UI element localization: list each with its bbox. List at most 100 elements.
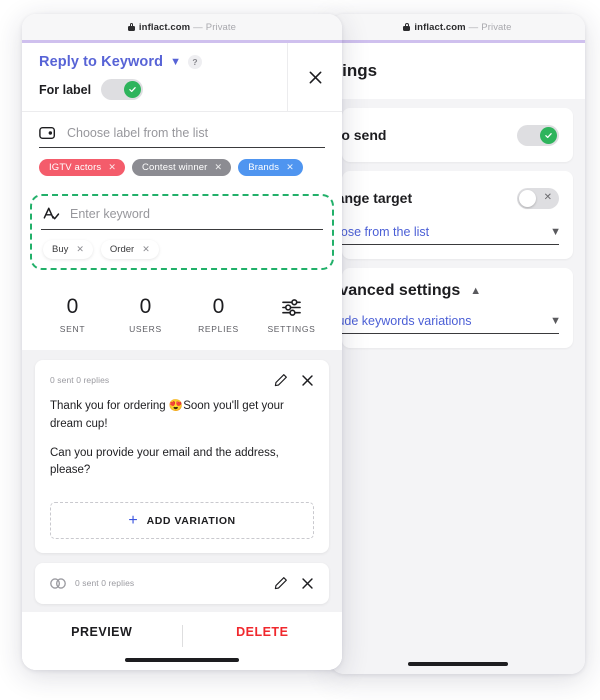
remove-chip-icon[interactable]: ✕ [286,163,294,172]
stat-settings-label: SETTINGS [267,324,316,334]
close-button[interactable] [287,43,342,111]
keyword-chip[interactable]: Buy ✕ [43,240,93,259]
background-row-target: Change target ✕ [330,185,559,211]
address-privacy-mode: Private [481,21,512,33]
background-settings-section-head[interactable]: Advanced settings ▲ [330,282,559,300]
dialog-header: Reply to Keyword ▼ ? For label [22,43,342,112]
chevron-down-icon: ▼ [550,314,561,327]
background-card-target: Change target ✕ Choose from the list ▼ [330,171,573,259]
stat-replies-label: REPLIES [198,324,239,335]
foreground-browser-window: inflact.com — Private Reply to Keyword ▼… [22,14,342,670]
background-card-settings-section: Advanced settings ▲ Include keywords var… [330,268,573,348]
stat-users-value: 0 [139,295,152,318]
keyword-spellcheck-icon [43,207,60,220]
label-chip-list: IGTV actors ✕ Contest winner ✕ Brands ✕ [39,159,325,176]
variation-text-line-1: Thank you for ordering 😍Soon you'll get … [50,400,284,430]
label-chip[interactable]: Contest winner ✕ [132,159,232,176]
edit-button[interactable] [274,373,288,387]
toggle-off-x-icon: ✕ [543,192,552,203]
background-autosend-toggle[interactable] [517,124,559,146]
remove-chip-icon[interactable]: ✕ [215,163,223,172]
address-privacy-mode: Private [205,21,237,33]
chevron-down-icon: ▼ [550,225,561,238]
variation-card-meta: 0 sent 0 replies [75,578,135,589]
background-address-bar[interactable]: inflact.com — Private [330,14,585,40]
variation-card-actions [274,373,314,387]
close-icon [302,374,313,386]
chevron-up-icon: ▲ [470,284,482,297]
remove-chip-icon[interactable]: ✕ [108,163,116,172]
lock-icon [127,23,135,31]
for-label-row: For label [39,79,287,100]
for-label-text: For label [39,82,92,97]
stat-replies: 0 REPLIES [182,295,255,335]
preview-button[interactable]: PREVIEW [22,625,182,639]
label-chip[interactable]: IGTV actors ✕ [39,159,126,176]
stats-row: 0 SENT 0 USERS 0 REPLIES SETTINGS [22,295,342,335]
toggle-knob-off [519,189,536,207]
lock-icon [403,23,411,31]
delete-button[interactable]: DELETE [183,625,343,639]
background-target-select[interactable]: Choose from the list ▼ [330,225,561,245]
address-host: inflact.com [414,21,466,33]
keyword-input[interactable]: Enter keyword [41,204,323,230]
variation-card: 0 sent 0 replies [35,563,329,605]
background-target-select-value: Choose from the list [330,225,430,239]
background-page-header: Settings [330,43,585,99]
label-field-block: Choose label from the list IGTV actors ✕… [22,112,342,176]
label-chip-text: IGTV actors [49,162,102,173]
variation-card-header: 0 sent 0 replies [50,373,314,387]
dialog-title-row[interactable]: Reply to Keyword ▼ ? [39,54,287,70]
remove-chip-icon[interactable]: ✕ [76,245,84,254]
label-chip-text: Brands [248,162,280,173]
stat-settings[interactable]: SETTINGS [255,296,328,334]
pencil-icon [274,577,287,590]
foreground-address-bar[interactable]: inflact.com — Private [22,14,342,40]
variation-text-line-2: Can you provide your email and the addre… [50,446,279,477]
delete-variation-button[interactable] [301,577,314,590]
background-row-autosend: Auto send [330,122,559,148]
address-separator: — [193,21,203,33]
dialog-body: Choose label from the list IGTV actors ✕… [22,112,342,670]
for-label-toggle[interactable] [101,79,144,100]
edit-button[interactable] [274,576,288,590]
label-chip[interactable]: Brands ✕ [238,159,303,176]
keyword-chip-text: Buy [52,244,69,255]
variation-card-header: 0 sent 0 replies [50,576,314,590]
address-separator: — [468,21,479,33]
background-target-toggle[interactable]: ✕ [517,187,559,209]
stat-users-label: USERS [129,324,162,335]
close-icon [309,71,321,83]
delete-variation-button[interactable] [301,374,314,387]
toggle-knob-on [124,81,142,98]
add-variation-label: ADD VARIATION [146,514,236,527]
dialog-title: Reply to Keyword [39,54,164,70]
add-variation-button[interactable]: + ADD VARIATION [50,502,314,540]
link-icon [50,578,66,589]
help-icon[interactable]: ? [187,55,202,69]
foreground-viewport: Reply to Keyword ▼ ? For label Choose la… [22,43,342,670]
close-icon [302,578,313,589]
remove-chip-icon[interactable]: ✕ [142,245,150,254]
toggle-knob-on [540,126,557,144]
choose-label-input[interactable]: Choose label from the list [39,126,325,148]
label-chip-text: Contest winner [142,162,208,173]
background-browser-window: inflact.com — Private Settings Auto send [330,14,585,674]
background-viewport: Settings Auto send Change target [330,43,585,674]
plus-icon: + [128,511,138,529]
keyword-chip[interactable]: Order ✕ [100,240,159,259]
background-keywords-variations-select[interactable]: Include keywords variations ▼ [330,314,561,334]
pencil-icon [274,374,287,387]
variation-card-actions [274,576,314,590]
variation-card-meta: 0 sent 0 replies [50,375,110,386]
stat-sent-value: 0 [66,295,79,318]
chevron-down-icon: ▼ [170,55,181,68]
variation-card: 0 sent 0 replies [35,360,329,554]
keyword-input-placeholder: Enter keyword [70,207,150,221]
background-home-indicator [407,662,508,666]
background-keywords-variations-value: Include keywords variations [330,314,472,328]
screenshot-root: inflact.com — Private Settings Auto send [0,0,600,700]
settings-sliders-icon [255,296,328,318]
background-settings-section-title: Advanced settings [330,282,461,299]
variation-cards-area: 0 sent 0 replies Thank you for ordering … [22,350,342,619]
